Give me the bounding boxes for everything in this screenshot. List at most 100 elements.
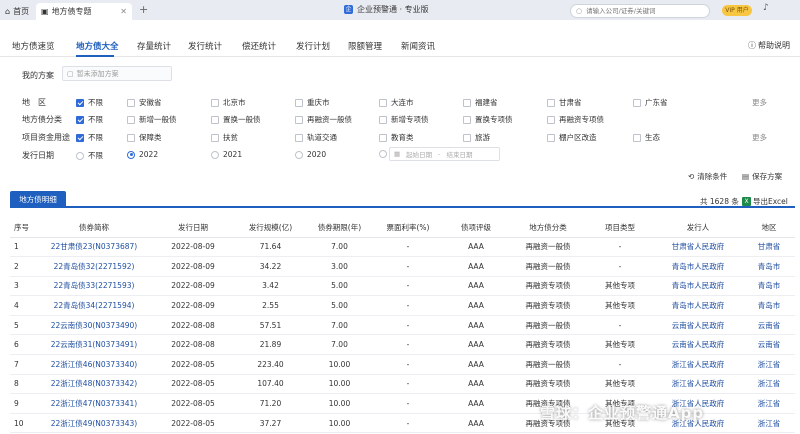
nav-all-bonds[interactable]: 地方债大全: [76, 40, 119, 52]
cell-region[interactable]: 青岛市: [743, 256, 795, 277]
radio[interactable]: [295, 150, 303, 159]
radio[interactable]: [379, 150, 387, 158]
checkbox[interactable]: [633, 98, 641, 107]
checkbox[interactable]: [127, 115, 135, 124]
scheme-select[interactable]: ▢ 暂未添加方案: [62, 66, 172, 81]
col-header-issuer[interactable]: 发行人: [653, 218, 743, 238]
usage-option[interactable]: 不限: [76, 132, 103, 143]
col-header-term[interactable]: 债券期限(年): [306, 218, 373, 238]
date-option[interactable]: 2022: [127, 150, 158, 159]
table-row[interactable]: 5 22云南债30(N0373490) 2022-08-08 57.51 7.00- AA…: [10, 315, 795, 336]
category-option[interactable]: 新增一般债: [127, 114, 177, 125]
save-scheme-button[interactable]: ▤ 保存方案: [742, 171, 782, 182]
region-option[interactable]: 北京市: [211, 97, 246, 108]
table-row[interactable]: 2 22青岛债32(2271592) 2022-08-09 34.22 3.00- AAA…: [10, 256, 795, 277]
table-row[interactable]: 4 22青岛债34(2271594) 2022-08-09 2.55 5.00- AAA 再…: [10, 295, 795, 316]
checkbox[interactable]: [127, 98, 135, 107]
cell-region[interactable]: 云南省: [743, 334, 795, 356]
category-option[interactable]: 置换专项债: [463, 114, 513, 125]
region-option[interactable]: 不限: [76, 97, 103, 108]
checkbox[interactable]: [211, 98, 219, 107]
date-option[interactable]: 2020: [295, 150, 326, 159]
cell-bond-name[interactable]: 22青岛债34(2271594): [37, 295, 151, 316]
usage-more-link[interactable]: 更多: [752, 132, 767, 143]
cell-region[interactable]: 浙江省: [743, 374, 795, 395]
cell-bond-name[interactable]: 22青岛债32(2271592): [37, 256, 151, 277]
usage-option[interactable]: 棚户区改造: [547, 132, 597, 143]
cell-bond-name[interactable]: 22浙江债49(N0373343): [37, 413, 151, 434]
clear-conditions-button[interactable]: ⟲ 清除条件: [688, 171, 727, 182]
nav-overview[interactable]: 地方债速览: [12, 40, 55, 52]
vip-badge[interactable]: VIP 用户: [722, 5, 752, 16]
cell-region[interactable]: 浙江省: [743, 413, 795, 434]
checkbox[interactable]: [211, 133, 219, 142]
usage-option[interactable]: 旅游: [463, 132, 490, 143]
col-header-category[interactable]: 地方债分类: [509, 218, 587, 238]
end-date-field[interactable]: 结束日期: [447, 149, 473, 159]
col-header-region[interactable]: 地区: [743, 218, 795, 238]
cell-issuer[interactable]: 浙江省人民政府: [653, 354, 743, 375]
date-option[interactable]: 2021: [211, 150, 242, 159]
notification-icon[interactable]: ♪: [763, 3, 769, 13]
date-range-picker[interactable]: ▦ 起始日期 - 结束日期: [389, 147, 500, 161]
cell-issuer[interactable]: 青岛市人民政府: [653, 256, 743, 277]
checkbox[interactable]: [547, 98, 555, 107]
checkbox[interactable]: [211, 115, 219, 124]
checkbox-checked[interactable]: [76, 98, 84, 107]
export-excel-button[interactable]: X 导出Excel: [742, 196, 788, 207]
help-link[interactable]: ⓘ 帮助说明: [748, 40, 790, 51]
col-header-name[interactable]: 债券简称: [37, 218, 151, 238]
checkbox-checked[interactable]: [76, 115, 84, 124]
region-option[interactable]: 福建省: [463, 97, 498, 108]
checkbox[interactable]: [463, 115, 471, 124]
cell-region[interactable]: 甘肃省: [743, 237, 795, 258]
nav-issue-plan[interactable]: 发行计划: [296, 40, 330, 52]
col-header-project-type[interactable]: 项目类型: [587, 218, 653, 238]
cell-bond-name[interactable]: 22云南债30(N0373490): [37, 315, 151, 336]
checkbox[interactable]: [633, 133, 641, 142]
col-header-rating[interactable]: 债项评级: [443, 218, 509, 238]
checkbox[interactable]: [127, 133, 135, 142]
region-option[interactable]: 安徽省: [127, 97, 162, 108]
region-option[interactable]: 重庆市: [295, 97, 330, 108]
checkbox[interactable]: [379, 98, 387, 107]
cell-region[interactable]: 浙江省: [743, 354, 795, 375]
cell-bond-name[interactable]: 22浙江债48(N0373342): [37, 374, 151, 395]
cell-bond-name[interactable]: 22甘肃债23(N0373687): [37, 237, 151, 258]
category-option[interactable]: 新增专项债: [379, 114, 429, 125]
col-header-date[interactable]: 发行日期: [151, 218, 235, 238]
checkbox[interactable]: [379, 133, 387, 142]
checkbox[interactable]: [295, 98, 303, 107]
usage-option[interactable]: 扶贫: [211, 132, 238, 143]
region-option[interactable]: 广东省: [633, 97, 668, 108]
nav-repay-stats[interactable]: 偿还统计: [242, 40, 276, 52]
cell-bond-name[interactable]: 22浙江债46(N0373340): [37, 354, 151, 375]
tab-local-bond-topic[interactable]: ▣ 地方债专题 ✕: [36, 3, 132, 20]
nav-news[interactable]: 新闻资讯: [401, 40, 435, 52]
table-row[interactable]: 8 22浙江债48(N0373342) 2022-08-05 107.40 10.00-…: [10, 374, 795, 395]
table-row[interactable]: 6 22云南债31(N0373491) 2022-08-08 21.89 7.00- AA…: [10, 334, 795, 356]
cell-region[interactable]: 青岛市: [743, 276, 795, 297]
checkbox[interactable]: [295, 133, 303, 142]
cell-bond-name[interactable]: 22浙江债47(N0373341): [37, 393, 151, 414]
new-tab-icon[interactable]: +: [139, 3, 148, 16]
usage-option[interactable]: 生态: [633, 132, 660, 143]
usage-option[interactable]: 保障类: [127, 132, 162, 143]
date-option[interactable]: 不限: [76, 150, 103, 161]
usage-option[interactable]: 教育类: [379, 132, 414, 143]
cell-region[interactable]: 浙江省: [743, 393, 795, 414]
table-row[interactable]: 3 22青岛债33(2271593) 2022-08-09 3.42 5.00- AAA 再…: [10, 276, 795, 297]
cell-issuer[interactable]: 甘肃省人民政府: [653, 237, 743, 258]
category-option[interactable]: 置换一般债: [211, 114, 261, 125]
checkbox[interactable]: [463, 98, 471, 107]
radio[interactable]: [211, 150, 219, 159]
col-header-rate[interactable]: 票面利率(%): [373, 218, 443, 238]
checkbox[interactable]: [295, 115, 303, 124]
radio-selected[interactable]: [127, 150, 135, 159]
category-option[interactable]: 不限: [76, 114, 103, 125]
checkbox[interactable]: [547, 133, 555, 142]
nav-stock-stats[interactable]: 存量统计: [137, 40, 171, 52]
checkbox[interactable]: [547, 115, 555, 124]
tab-bond-detail[interactable]: 地方债明细: [10, 191, 66, 208]
table-row[interactable]: 7 22浙江债46(N0373340) 2022-08-05 223.40 10.00-…: [10, 354, 795, 375]
